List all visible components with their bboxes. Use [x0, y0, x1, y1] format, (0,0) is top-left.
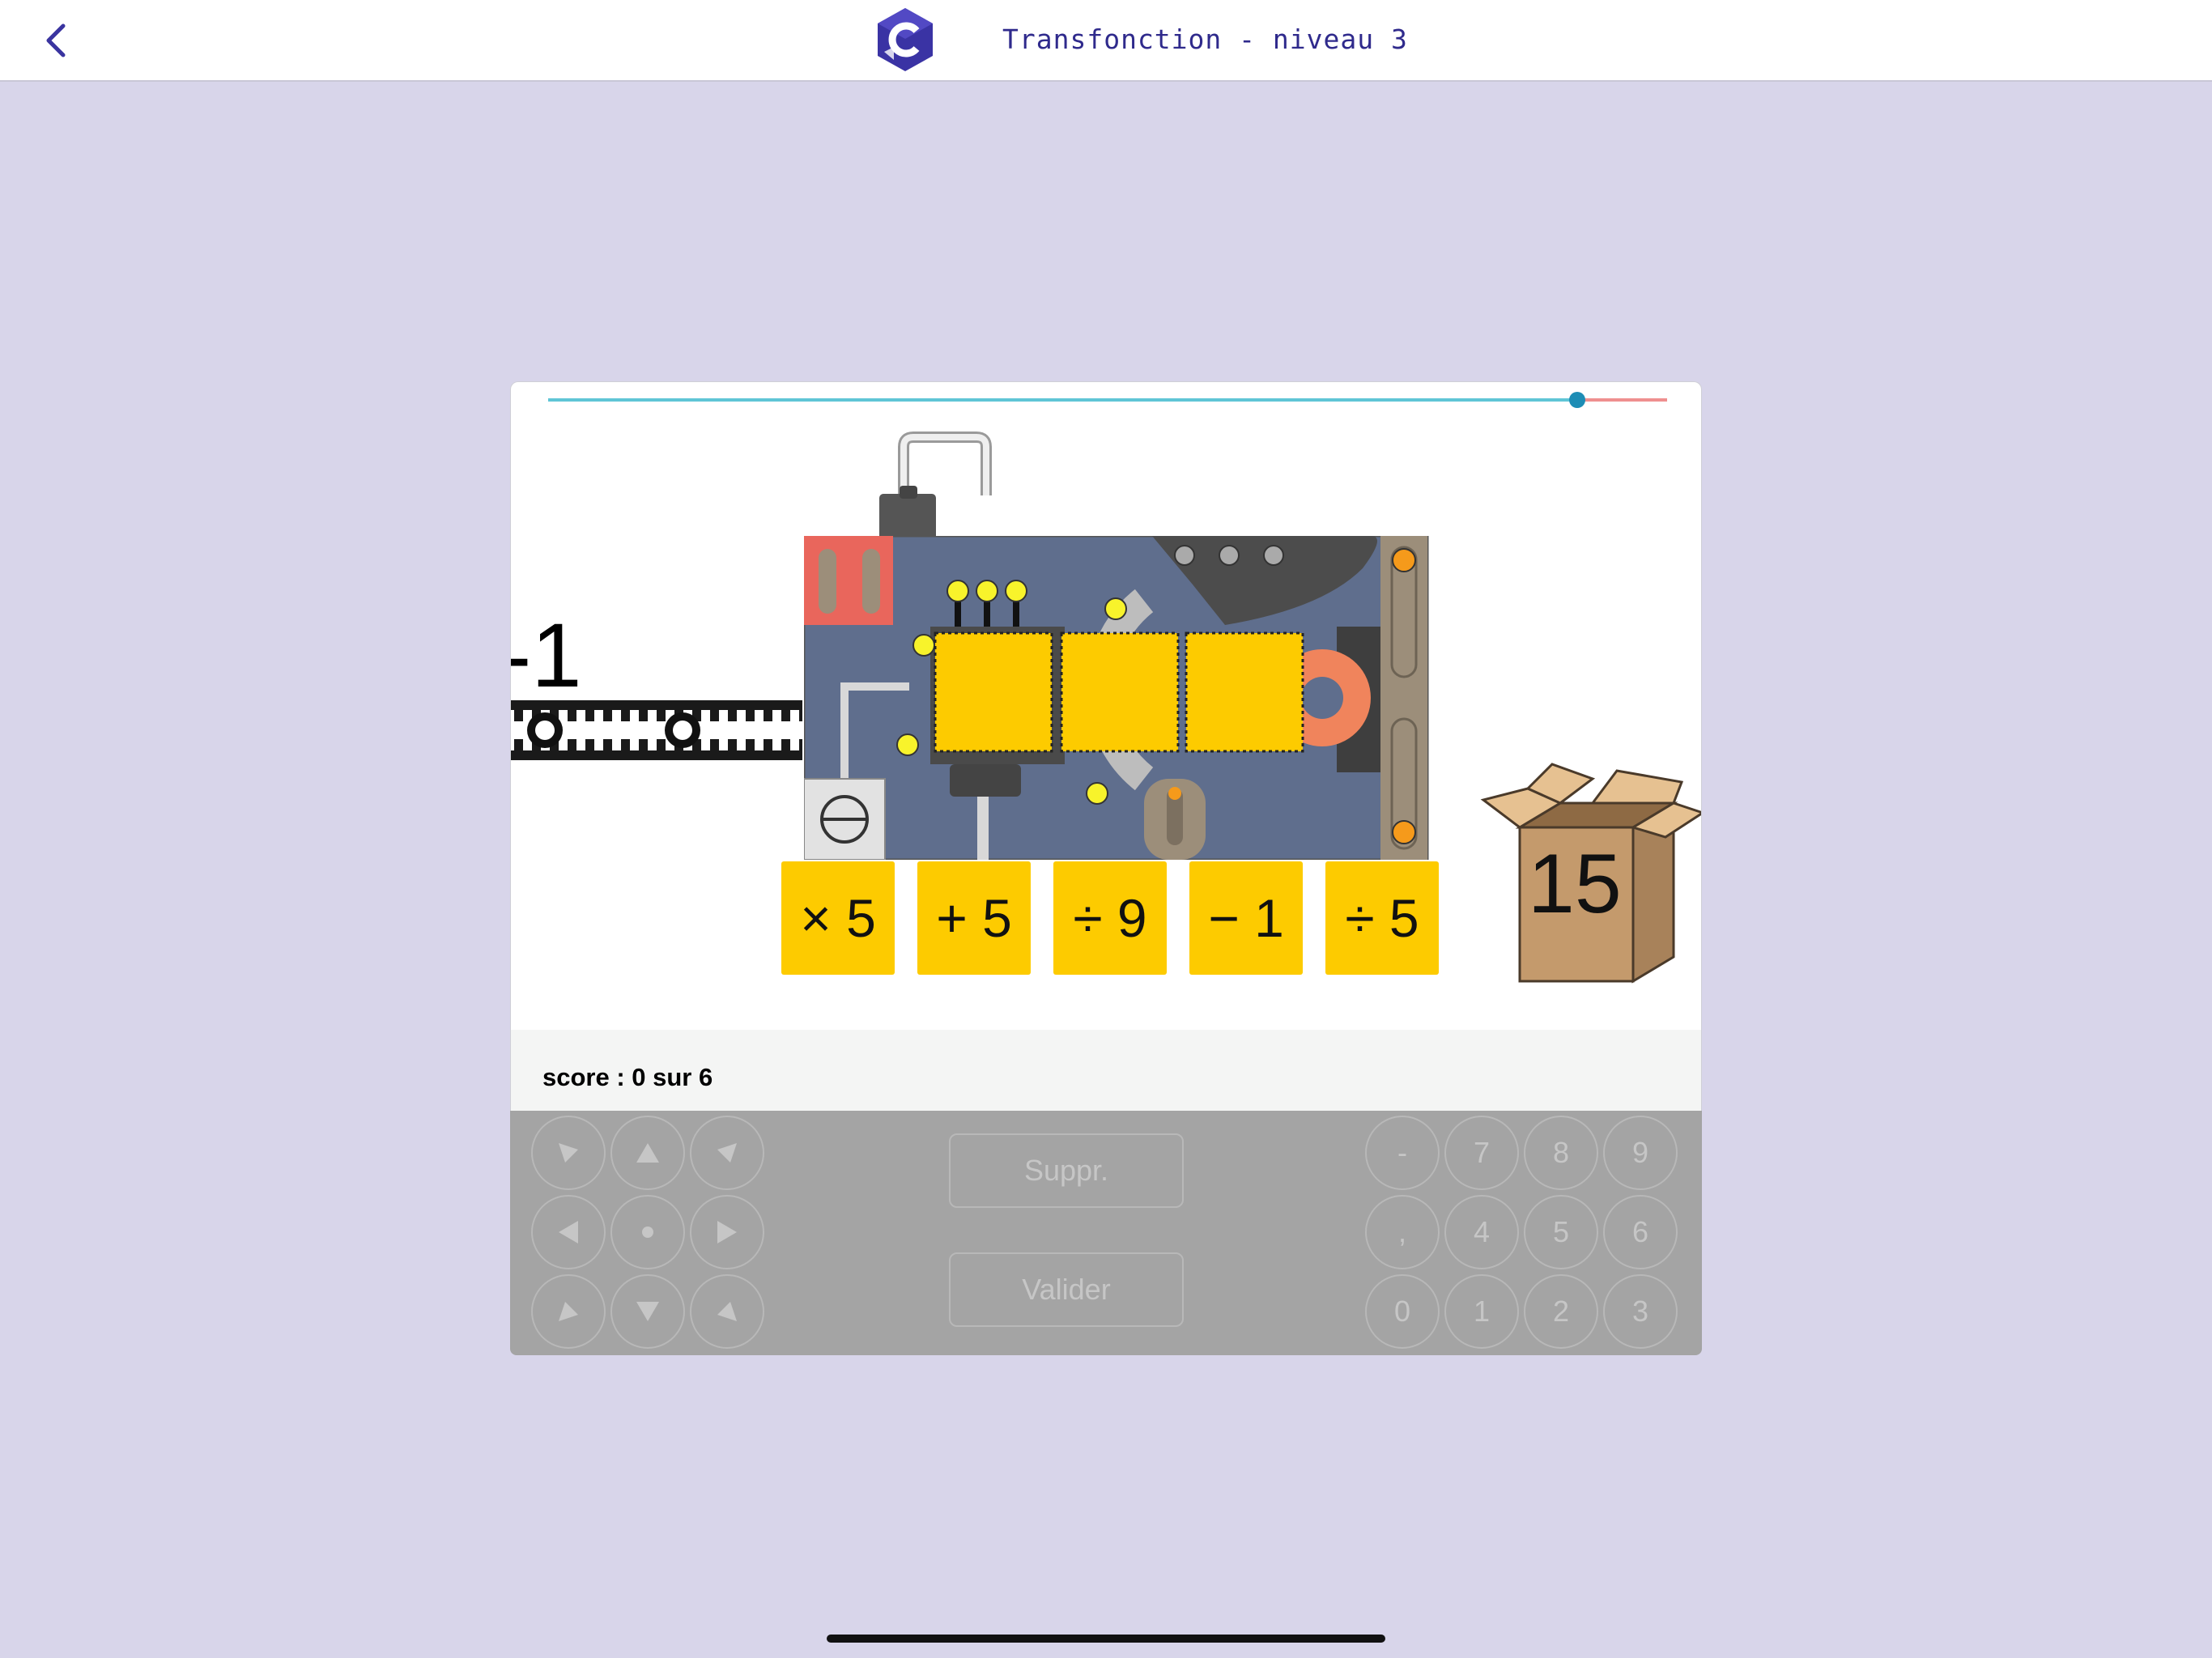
arrow-down-right-icon [717, 1302, 737, 1321]
digit-3-key[interactable]: 3 [1603, 1274, 1678, 1349]
progress-knob [1569, 392, 1585, 408]
back-button[interactable] [40, 18, 73, 63]
delete-button[interactable]: Suppr. [949, 1133, 1184, 1208]
gear-icon [665, 712, 700, 748]
output-number: 15 [1528, 837, 1622, 931]
progress-bar [548, 392, 1667, 408]
arrow-down-icon [636, 1302, 659, 1321]
digit-5-key[interactable]: 5 [1524, 1195, 1598, 1269]
progress-done [548, 398, 1577, 402]
operation-tile[interactable]: × 5 [781, 861, 895, 975]
app-logo [876, 6, 934, 73]
home-indicator [827, 1635, 1385, 1643]
arrow-right-icon [717, 1221, 737, 1244]
exercise-card: -1 [510, 381, 1702, 1355]
top-bar: Transfonction - niveau 3 [0, 0, 2212, 82]
arrow-down-right-key[interactable] [690, 1274, 764, 1349]
page-title: Transfonction - niveau 3 [1002, 23, 1408, 55]
progress-remaining [1577, 398, 1667, 402]
digit-7-key[interactable]: 7 [1444, 1116, 1519, 1190]
operation-tile[interactable]: + 5 [917, 861, 1031, 975]
operation-tile[interactable]: ÷ 9 [1053, 861, 1167, 975]
operation-tile[interactable]: ÷ 5 [1325, 861, 1439, 975]
arrow-down-left-key[interactable] [531, 1274, 606, 1349]
digit-6-key[interactable]: 6 [1603, 1195, 1678, 1269]
comma-key[interactable]: , [1365, 1195, 1440, 1269]
arrow-up-key[interactable] [610, 1116, 685, 1190]
chevron-left-icon [46, 23, 66, 57]
digit-9-key[interactable]: 9 [1603, 1116, 1678, 1190]
digit-8-key[interactable]: 8 [1524, 1116, 1598, 1190]
validate-button[interactable]: Valider [949, 1252, 1184, 1327]
arrow-up-icon [636, 1143, 659, 1163]
arrow-up-right-icon [717, 1143, 737, 1163]
arrow-up-left-key[interactable] [531, 1116, 606, 1190]
gear-icon [527, 712, 563, 748]
digit-2-key[interactable]: 2 [1524, 1274, 1598, 1349]
arrow-down-left-icon [559, 1302, 578, 1321]
digit-0-key[interactable]: 0 [1365, 1274, 1440, 1349]
dot-icon [642, 1226, 653, 1238]
center-key[interactable] [610, 1195, 685, 1269]
virtual-keypad: Suppr. Valider - 7 8 9 , 4 5 6 0 1 2 3 [510, 1111, 1702, 1355]
input-number: -1 [511, 605, 582, 706]
arrow-left-key[interactable] [531, 1195, 606, 1269]
arrow-left-icon [559, 1221, 578, 1244]
operation-tile[interactable]: − 1 [1189, 861, 1303, 975]
arrow-right-key[interactable] [690, 1195, 764, 1269]
digit-4-key[interactable]: 4 [1444, 1195, 1519, 1269]
digit-1-key[interactable]: 1 [1444, 1274, 1519, 1349]
arrow-up-right-key[interactable] [690, 1116, 764, 1190]
score-text: score : 0 sur 6 [542, 1063, 713, 1091]
arrow-down-key[interactable] [610, 1274, 685, 1349]
game-stage: -1 [510, 381, 1702, 1111]
minus-key[interactable]: - [1365, 1116, 1440, 1190]
arrow-up-left-icon [559, 1143, 578, 1163]
machine-body [804, 536, 1429, 860]
